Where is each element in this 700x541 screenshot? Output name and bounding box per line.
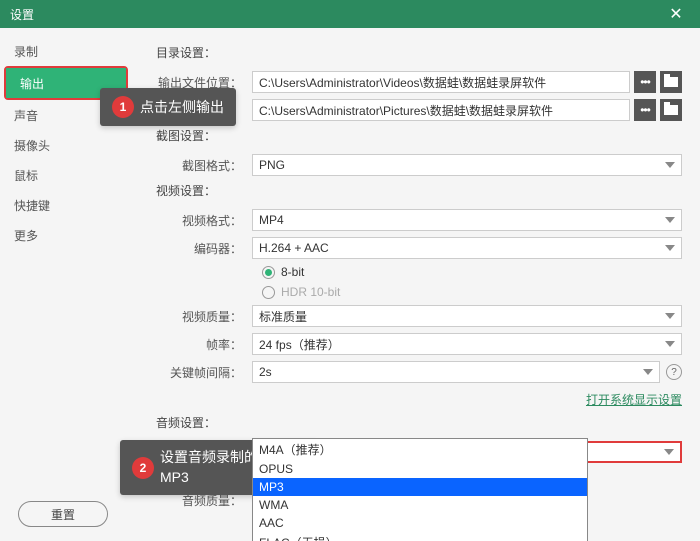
encoder-select[interactable]: H.264 + AAC [252, 237, 682, 259]
output-path-field[interactable]: C:\Users\Administrator\Videos\数据蛙\数据蛙录屏软… [252, 71, 630, 93]
audio-format-dropdown[interactable]: M4A（推荐） OPUS MP3 WMA AAC FLAC（无损） WAV（无损… [252, 438, 588, 541]
keyframe-select[interactable]: 2s [252, 361, 660, 383]
dropdown-item-mp3[interactable]: MP3 [253, 478, 587, 496]
radio-hdr10-label: HDR 10-bit [281, 285, 340, 299]
folder-icon [664, 77, 678, 87]
sidebar-item-record[interactable]: 录制 [0, 36, 132, 66]
reset-button[interactable]: 重置 [18, 501, 108, 527]
screenshot-path-browse-button[interactable] [660, 99, 682, 121]
framerate-select[interactable]: 24 fps（推荐） [252, 333, 682, 355]
screenshot-format-select[interactable]: PNG [252, 154, 682, 176]
label-keyframe: 关键帧间隔： [142, 364, 252, 381]
open-display-link[interactable]: 打开系统显示设置 [586, 393, 682, 407]
badge-2: 2 [132, 457, 154, 479]
dropdown-item-flac[interactable]: FLAC（无损） [253, 532, 587, 541]
folder-icon [664, 105, 678, 115]
label-video-format: 视频格式： [142, 212, 252, 229]
label-framerate: 帧率： [142, 336, 252, 353]
close-button[interactable]: ✕ [662, 0, 690, 28]
label-video-quality: 视频质量： [142, 308, 252, 325]
section-directory: 目录设置： [156, 44, 682, 61]
dropdown-item-aac[interactable]: AAC [253, 514, 587, 532]
section-audio: 音频设置： [156, 414, 682, 431]
screenshot-path-field[interactable]: C:\Users\Administrator\Pictures\数据蛙\数据蛙录… [252, 99, 630, 121]
section-screenshot: 截图设置： [156, 127, 682, 144]
label-screenshot-format: 截图格式： [142, 157, 252, 174]
tooltip-1: 1 点击左侧输出 [100, 88, 236, 126]
keyframe-help-icon[interactable]: ? [666, 364, 682, 380]
video-quality-select[interactable]: 标准质量 [252, 305, 682, 327]
badge-1: 1 [112, 96, 134, 118]
window-title: 设置 [10, 6, 34, 23]
radio-8bit[interactable] [262, 266, 275, 279]
sidebar-item-camera[interactable]: 摄像头 [0, 130, 132, 160]
screenshot-path-more-button[interactable]: ••• [634, 99, 656, 121]
label-encoder: 编码器： [142, 240, 252, 257]
dropdown-item-opus[interactable]: OPUS [253, 460, 587, 478]
radio-8bit-label: 8-bit [281, 265, 304, 279]
output-path-browse-button[interactable] [660, 71, 682, 93]
output-path-more-button[interactable]: ••• [634, 71, 656, 93]
sidebar-item-hotkey[interactable]: 快捷键 [0, 190, 132, 220]
dropdown-item-wma[interactable]: WMA [253, 496, 587, 514]
section-video: 视频设置： [156, 182, 682, 199]
sidebar-item-mouse[interactable]: 鼠标 [0, 160, 132, 190]
video-format-select[interactable]: MP4 [252, 209, 682, 231]
dropdown-item-m4a[interactable]: M4A（推荐） [253, 439, 587, 460]
radio-hdr10[interactable] [262, 286, 275, 299]
sidebar-item-more[interactable]: 更多 [0, 220, 132, 250]
